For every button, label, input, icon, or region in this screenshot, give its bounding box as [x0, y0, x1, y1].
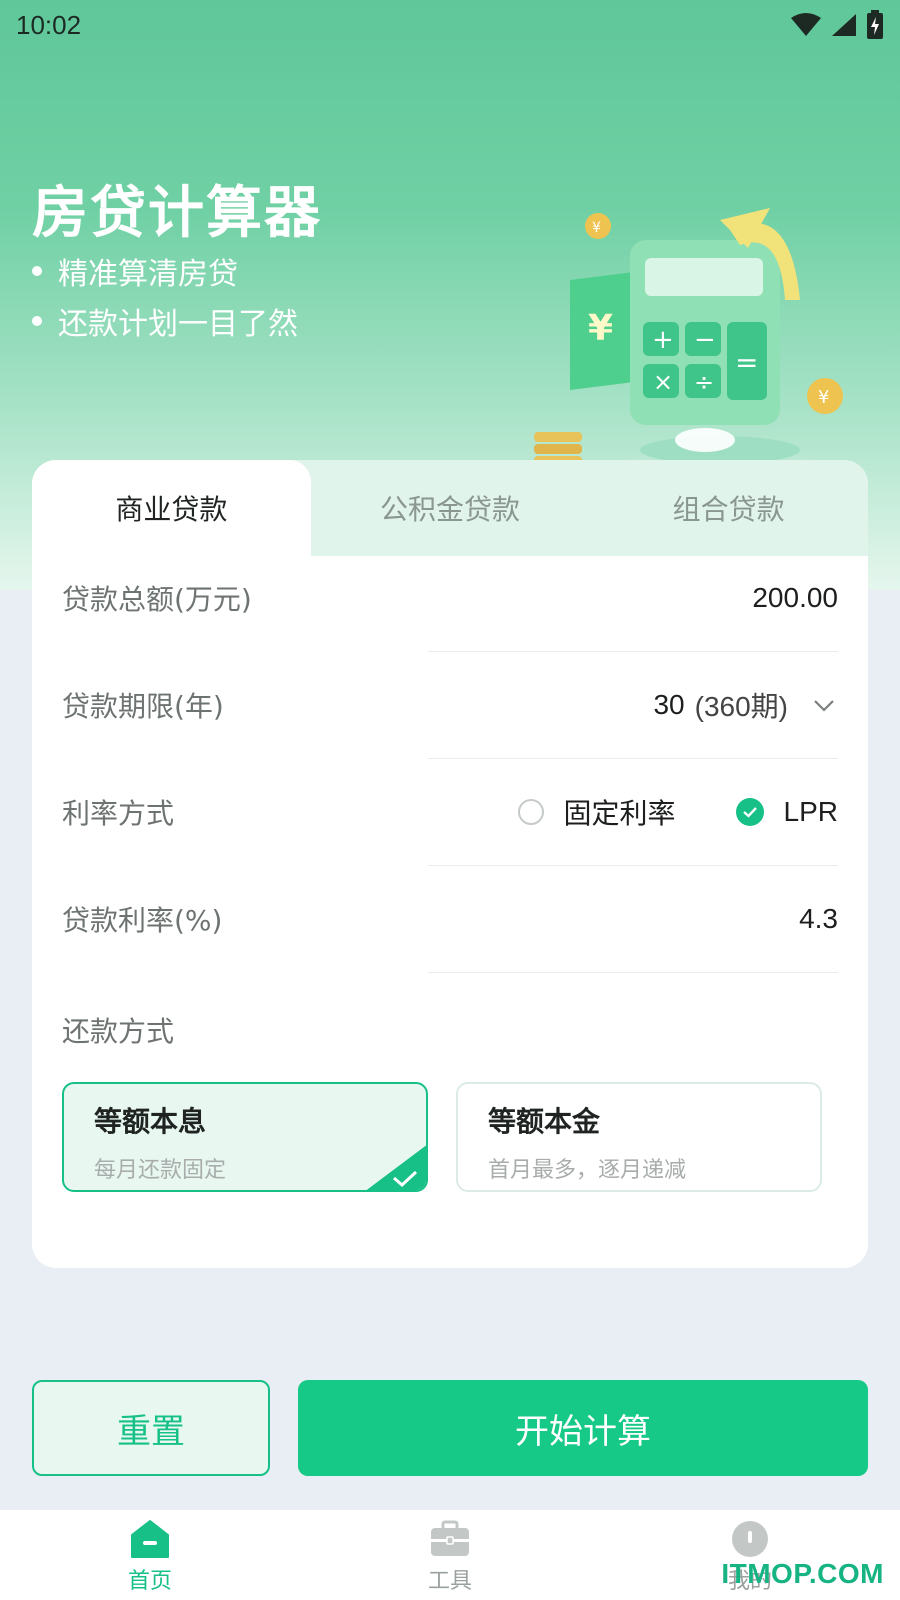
repayment-method-label: 还款方式	[62, 1015, 175, 1048]
tab-provident-fund-loan[interactable]: 公积金贷款	[311, 460, 590, 556]
selected-check-icon	[366, 1145, 426, 1190]
nav-tools-label: 工具	[427, 1569, 472, 1594]
status-time: 10:02	[16, 9, 82, 40]
radio-fixed-rate[interactable]: 固定利率	[517, 792, 676, 832]
rate-mode-label: 利率方式	[62, 797, 175, 830]
loan-term-select[interactable]: 30 (360期)	[653, 685, 838, 725]
hero-bullets: 精准算清房贷 还款计划一目了然	[32, 246, 298, 346]
page-title: 房贷计算器	[32, 181, 322, 246]
svg-text:¥: ¥	[818, 387, 829, 408]
loan-type-tabs: 商业贷款 公积金贷款 组合贷款	[32, 460, 868, 556]
loan-rate-row: 贷款利率(%) 4.3	[32, 865, 868, 973]
nav-item-tools[interactable]: 工具	[300, 1510, 600, 1600]
hero-bullet-text: 精准算清房贷	[58, 257, 238, 292]
hero-bullet: 精准算清房贷	[32, 246, 298, 296]
repayment-option-title: 等额本息	[94, 1105, 207, 1138]
battery-icon	[867, 10, 883, 39]
chevron-down-icon	[814, 700, 834, 712]
bullet-dot-icon	[32, 316, 42, 326]
repayment-option-title: 等额本金	[488, 1105, 601, 1138]
loan-term-periods: (360期)	[694, 691, 788, 722]
divider	[428, 972, 838, 973]
tab-commercial-loan[interactable]: 商业贷款	[32, 460, 311, 556]
loan-rate-input[interactable]: 4.3	[799, 903, 838, 935]
loan-form-card: 商业贷款 公积金贷款 组合贷款 贷款总额(万元) 200.00 贷款期限(年) …	[32, 460, 868, 1268]
tab-combined-loan[interactable]: 组合贷款	[589, 460, 868, 556]
toolbox-icon	[431, 1520, 469, 1556]
radio-lpr[interactable]: LPR	[735, 796, 838, 828]
rate-mode-radio-group: 固定利率 LPR	[458, 792, 838, 832]
radio-fixed-rate-label: 固定利率	[563, 797, 676, 830]
loan-amount-row: 贷款总额(万元) 200.00	[32, 544, 868, 652]
radio-unchecked-icon	[517, 799, 544, 825]
loan-rate-label: 贷款利率(%)	[62, 904, 223, 937]
hero-bullet-text: 还款计划一目了然	[58, 307, 298, 342]
loan-amount-label: 贷款总额(万元)	[62, 583, 252, 616]
radio-checked-icon	[735, 798, 764, 826]
rate-mode-row: 利率方式 固定利率 LPR	[32, 758, 868, 866]
svg-text:+: +	[652, 325, 674, 355]
loan-amount-input[interactable]: 200.00	[752, 582, 838, 614]
svg-text:=: =	[735, 346, 758, 379]
repayment-equal-installment[interactable]: 等额本息 每月还款固定	[62, 1082, 428, 1192]
nav-item-home[interactable]: 首页	[0, 1510, 300, 1600]
radio-lpr-label: LPR	[783, 796, 838, 827]
svg-text:¥: ¥	[588, 308, 613, 349]
nav-home-label: 首页	[127, 1569, 172, 1594]
signal-icon	[832, 14, 856, 36]
svg-text:×: ×	[653, 368, 673, 396]
reset-button[interactable]: 重置	[32, 1380, 270, 1476]
loan-term-value: 30	[653, 689, 685, 720]
home-icon	[131, 1520, 169, 1558]
svg-text:−: −	[694, 325, 716, 355]
status-bar: 10:02	[0, 0, 900, 50]
loan-term-row[interactable]: 贷款期限(年) 30 (360期)	[32, 651, 868, 759]
bullet-dot-icon	[32, 266, 42, 276]
svg-text:÷: ÷	[694, 368, 714, 396]
svg-text:¥: ¥	[592, 220, 601, 236]
watermark: ITMOP.COM	[721, 1558, 884, 1589]
repayment-equal-principal[interactable]: 等额本金 首月最多，逐月递减	[456, 1082, 822, 1192]
wifi-icon	[791, 13, 821, 36]
status-icons	[790, 10, 884, 40]
repayment-option-desc: 首月最多，逐月递减	[488, 1158, 687, 1183]
profile-icon	[732, 1521, 768, 1557]
calculator-illustration: ¥ + − × ÷ = ¥ ¥	[534, 208, 843, 490]
loan-term-label: 贷款期限(年)	[62, 690, 224, 723]
start-calculation-button[interactable]: 开始计算	[298, 1380, 868, 1476]
hero-bullet: 还款计划一目了然	[32, 296, 298, 346]
repayment-option-desc: 每月还款固定	[94, 1158, 227, 1183]
